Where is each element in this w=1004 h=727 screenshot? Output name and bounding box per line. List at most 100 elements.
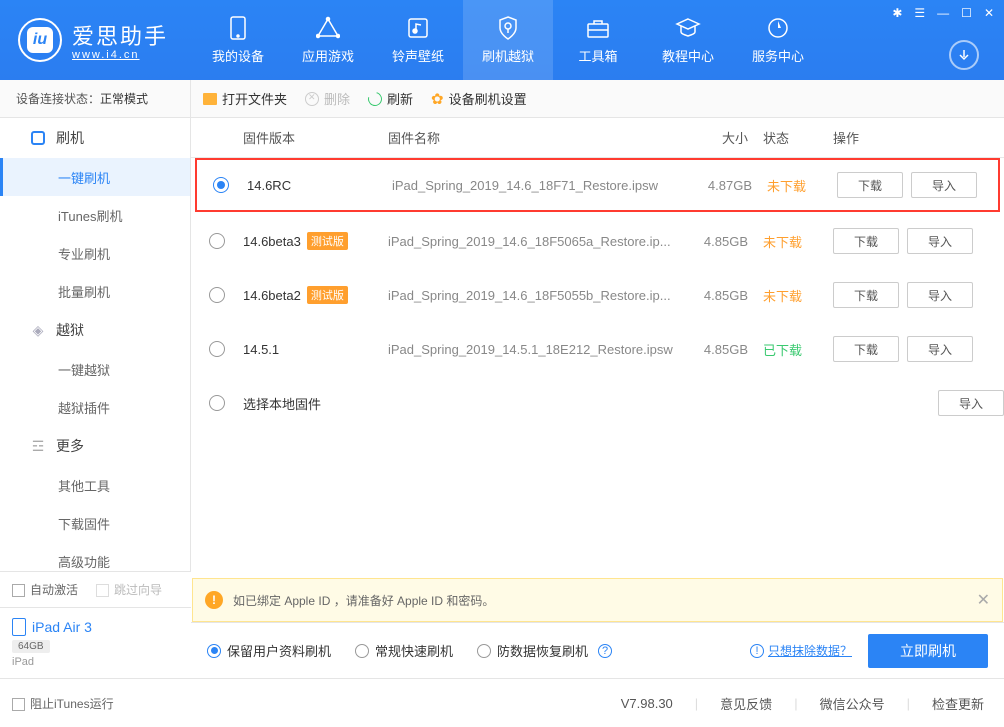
win-menu-icon[interactable]: ☰	[914, 6, 925, 20]
import-button[interactable]: 导入	[907, 336, 973, 362]
option-normal[interactable]: 常规快速刷机	[355, 641, 453, 660]
check-update-link[interactable]: 检查更新	[932, 694, 984, 713]
import-button[interactable]: 导入	[938, 390, 1004, 416]
erase-link[interactable]: 只想抹除数据？	[768, 642, 852, 659]
sidebar-header-flash[interactable]: 刷机	[0, 118, 190, 158]
table-row[interactable]: 14.6beta2测试版 iPad_Spring_2019_14.6_18F50…	[191, 268, 1004, 322]
feedback-link[interactable]: 意见反馈	[720, 694, 772, 713]
fw-size: 4.85GB	[683, 288, 763, 303]
delete-button[interactable]: 删除	[305, 89, 350, 108]
flash-now-button[interactable]: 立即刷机	[868, 634, 988, 668]
skip-wizard-checkbox[interactable]: 跳过向导	[96, 581, 162, 598]
sidebar-item-oneclick-jailbreak[interactable]: 一键越狱	[0, 350, 190, 388]
table-row[interactable]: 14.6RC iPad_Spring_2019_14.6_18F71_Resto…	[195, 158, 1000, 212]
sidebar-item-pro-flash[interactable]: 专业刷机	[0, 234, 190, 272]
sidebar-item-jailbreak-plugins[interactable]: 越狱插件	[0, 388, 190, 426]
fw-status: 已下载	[763, 340, 833, 359]
warning-bar: ! 如已绑定 Apple ID ，请准备好 Apple ID 和密码。 ✕	[192, 578, 1003, 622]
flash-icon	[495, 15, 521, 41]
sidebar-header-jailbreak[interactable]: ◈越狱	[0, 310, 190, 350]
logo[interactable]: iu 爱思助手 www.i4.cn	[18, 18, 178, 62]
win-minimize-icon[interactable]: —	[937, 6, 949, 20]
open-folder-button[interactable]: 打开文件夹	[203, 89, 287, 108]
refresh-button[interactable]: 刷新	[368, 89, 413, 108]
device-type: iPad	[12, 656, 179, 668]
storage-badge: 64GB	[12, 640, 50, 653]
nav-tab-flash[interactable]: 刷机越狱	[463, 0, 553, 80]
service-icon	[765, 15, 791, 41]
table-row[interactable]: 14.5.1 iPad_Spring_2019_14.5.1_18E212_Re…	[191, 322, 1004, 376]
gear-icon: ✿	[431, 90, 444, 108]
nav-tab-ringtones[interactable]: 铃声壁纸	[373, 0, 463, 80]
device-icon	[225, 15, 251, 41]
fw-version: 14.5.1	[243, 342, 388, 357]
device-panel[interactable]: iPad Air 3 64GB iPad	[0, 608, 191, 678]
option-keep-data[interactable]: 保留用户资料刷机	[207, 641, 331, 660]
warning-icon: !	[205, 591, 223, 609]
import-button[interactable]: 导入	[911, 172, 977, 198]
fw-size: 4.85GB	[683, 342, 763, 357]
local-firmware-label: 选择本地固件	[243, 394, 763, 413]
radio[interactable]	[209, 395, 225, 411]
download-button[interactable]: 下载	[833, 282, 899, 308]
col-status: 状态	[763, 128, 833, 147]
list-icon: ☲	[30, 438, 46, 454]
col-size: 大小	[683, 128, 763, 147]
option-anti-data[interactable]: 防数据恢复刷机?	[477, 641, 612, 660]
logo-icon: iu	[18, 18, 62, 62]
sidebar-header-more[interactable]: ☲更多	[0, 426, 190, 466]
sidebar-item-batch-flash[interactable]: 批量刷机	[0, 272, 190, 310]
block-itunes-checkbox[interactable]: 阻止iTunes运行	[12, 695, 114, 712]
fw-name: iPad_Spring_2019_14.5.1_18E212_Restore.i…	[388, 342, 683, 357]
nav-tab-tutorial[interactable]: 教程中心	[643, 0, 733, 80]
version-label: V7.98.30	[621, 696, 673, 711]
folder-icon	[203, 93, 217, 105]
win-maximize-icon[interactable]: ☐	[961, 6, 972, 20]
warning-close-icon[interactable]: ✕	[977, 590, 990, 610]
fw-size: 4.85GB	[683, 234, 763, 249]
radio[interactable]	[209, 341, 225, 357]
toolbar: 设备连接状态：正常模式 打开文件夹 删除 刷新 ✿设备刷机设置	[0, 80, 1004, 118]
nav-tab-device[interactable]: 我的设备	[193, 0, 283, 80]
import-button[interactable]: 导入	[907, 282, 973, 308]
fw-name: iPad_Spring_2019_14.6_18F5055b_Restore.i…	[388, 288, 683, 303]
fw-name: iPad_Spring_2019_14.6_18F71_Restore.ipsw	[392, 178, 687, 193]
beta-tag: 测试版	[307, 232, 348, 250]
radio[interactable]	[209, 287, 225, 303]
sync-icon[interactable]	[949, 40, 979, 70]
device-name: iPad Air 3	[32, 619, 92, 635]
nav-tab-service[interactable]: 服务中心	[733, 0, 823, 80]
download-button[interactable]: 下载	[833, 228, 899, 254]
win-skin-icon[interactable]: ✱	[892, 6, 902, 20]
help-icon[interactable]: ?	[598, 644, 612, 658]
download-button[interactable]: 下载	[833, 336, 899, 362]
tutorial-icon	[675, 15, 701, 41]
fw-status: 未下载	[763, 286, 833, 305]
warning-text: 如已绑定 Apple ID ，请准备好 Apple ID 和密码。	[233, 592, 494, 609]
footer: 阻止iTunes运行 V7.98.30 | 意见反馈 | 微信公众号 | 检查更…	[0, 678, 1004, 727]
settings-button[interactable]: ✿设备刷机设置	[431, 89, 527, 108]
radio[interactable]	[213, 177, 229, 193]
fw-status: 未下载	[767, 176, 837, 195]
fw-size: 4.87GB	[687, 178, 767, 193]
win-close-icon[interactable]: ✕	[984, 6, 994, 20]
wechat-link[interactable]: 微信公众号	[820, 694, 885, 713]
device-status: 设备连接状态：正常模式	[0, 80, 191, 117]
table-row[interactable]: 14.6beta3测试版 iPad_Spring_2019_14.6_18F50…	[191, 214, 1004, 268]
import-button[interactable]: 导入	[907, 228, 973, 254]
fw-version: 14.6beta2测试版	[243, 286, 388, 304]
auto-activate-checkbox[interactable]: 自动激活	[12, 581, 78, 598]
toolbox-icon	[585, 15, 611, 41]
sidebar-item-other-tools[interactable]: 其他工具	[0, 466, 190, 504]
table-row-local[interactable]: 选择本地固件 导入	[191, 376, 1004, 430]
sidebar-item-itunes-flash[interactable]: iTunes刷机	[0, 196, 190, 234]
ipad-icon	[12, 618, 26, 636]
sidebar-item-download-firmware[interactable]: 下载固件	[0, 504, 190, 542]
radio[interactable]	[209, 233, 225, 249]
nav-tab-toolbox[interactable]: 工具箱	[553, 0, 643, 80]
apps-icon	[315, 15, 341, 41]
window-controls: ✱ ☰ — ☐ ✕	[892, 6, 994, 20]
nav-tab-apps[interactable]: 应用游戏	[283, 0, 373, 80]
download-button[interactable]: 下载	[837, 172, 903, 198]
sidebar-item-oneclick-flash[interactable]: 一键刷机	[0, 158, 190, 196]
